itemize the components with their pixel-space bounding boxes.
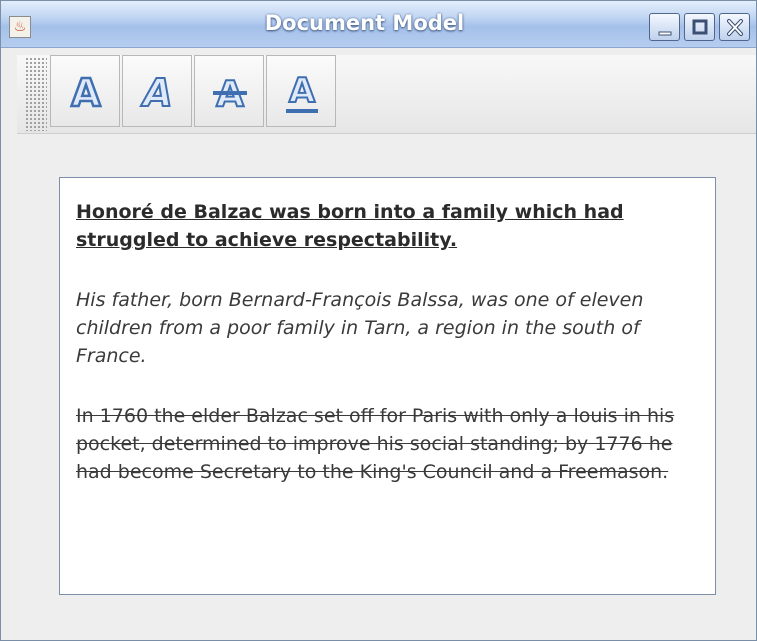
document-text-pane[interactable]: Honoré de Balzac was born into a family … <box>59 177 716 595</box>
maximize-icon <box>692 19 708 35</box>
paragraph-strikethrough[interactable]: In 1760 the elder Balzac set off for Par… <box>76 402 696 486</box>
bold-a-icon: A <box>70 70 103 117</box>
italic-button[interactable]: A <box>122 55 192 127</box>
underline-a-icon: A <box>286 70 318 113</box>
minimize-button[interactable] <box>649 13 680 41</box>
close-icon <box>727 19 743 36</box>
strikethrough-a-icon: A <box>213 73 247 116</box>
window-title: Document Model <box>264 11 465 35</box>
bold-button[interactable]: A <box>50 55 120 127</box>
paragraph-italic[interactable]: His father, born Bernard-François Balssa… <box>76 286 696 370</box>
document-model-window: ♨ Document Model A A A Honoré de Balzac … <box>0 0 757 641</box>
minimize-icon <box>658 31 672 36</box>
underline-button[interactable]: A <box>266 55 336 127</box>
paragraph-bold-underline[interactable]: Honoré de Balzac was born into a family … <box>76 198 696 254</box>
close-button[interactable] <box>719 13 750 41</box>
svg-text:A: A <box>289 71 316 111</box>
formatting-toolbar: A A A A <box>17 55 756 134</box>
svg-text:A: A <box>71 71 101 115</box>
toolbar-drag-handle[interactable] <box>25 57 47 131</box>
italic-a-icon: A <box>139 70 173 116</box>
title-bar[interactable]: ♨ Document Model <box>1 1 756 48</box>
strikethrough-button[interactable]: A <box>194 55 264 127</box>
svg-text:A: A <box>140 71 172 115</box>
maximize-button[interactable] <box>684 13 715 41</box>
